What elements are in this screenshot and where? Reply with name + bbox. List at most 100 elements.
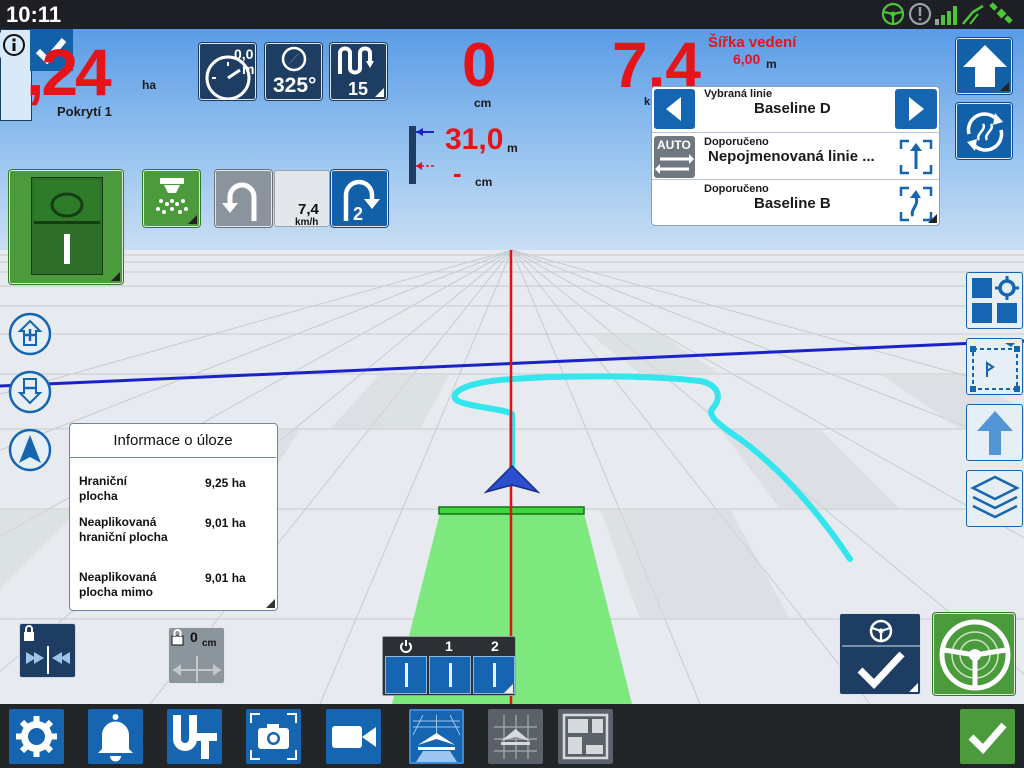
area-label: Pokrytí 1 [57,104,112,119]
boundary-button[interactable] [966,338,1023,395]
alert-icon [908,2,932,26]
shift-unit: cm [202,638,217,649]
speed-widget-value: 0,0 [234,46,254,62]
ut-icon [173,715,217,759]
video-button[interactable] [326,709,381,764]
guidance-view-icon [412,714,461,762]
selected-line-name[interactable]: Baseline D [754,100,831,117]
shift-value: 0 [190,629,198,645]
settings-button[interactable] [9,709,64,764]
screenshot-button[interactable] [246,709,301,764]
layout-settings-icon [972,276,1019,323]
area-unit: ha [142,78,157,92]
task-row-label: Hraniční plocha [79,474,128,503]
task-row-value: 9,01 ha [205,516,246,530]
field-view-button[interactable] [488,709,543,764]
speedometer-widget[interactable]: 0,0 m [199,43,256,100]
turn-speed-unit: km/h [295,217,319,228]
satellite-icon [989,2,1013,24]
arrow-up-icon [977,411,1013,455]
recommended-line-row-1[interactable]: AUTO Doporučeno Nepojmenovaná linie ... [652,134,939,180]
confirm-check-icon [968,722,1007,755]
task-row-label: Neaplikovaná plocha mimo [79,570,157,599]
refresh-curve-icon [966,112,1004,152]
heading-widget[interactable]: 325° [265,43,322,100]
layout-settings-button[interactable] [966,272,1023,329]
u-turn-left-button[interactable] [215,170,272,227]
section-master-toggle[interactable] [385,656,427,694]
distance-value: 31,0 [445,123,504,156]
section-control-panel: 1 2 [382,636,516,696]
zoom-out-button[interactable] [7,369,53,415]
layers-button[interactable] [966,470,1023,527]
swath-shift-button[interactable] [956,103,1012,159]
line-ab-icon[interactable] [899,139,933,175]
camera-icon [250,713,297,760]
bell-icon [98,714,133,762]
autosteer-engage-button[interactable] [839,613,921,695]
auto-label: AUTO [657,138,691,152]
settings-gear-icon [16,716,57,757]
master-switch-button[interactable] [9,170,123,284]
power-switch-icon [50,192,84,264]
previous-line-button[interactable] [654,89,695,129]
arrow-left-icon [666,97,681,121]
distance-dash-unit: cm [475,175,493,189]
shift-widget[interactable]: 0 cm [168,627,225,684]
task-info-panel[interactable]: Informace o úloze Hraniční plocha 9,25 h… [69,423,278,611]
heading-value: 325° [273,74,317,97]
recommended-line-row-2[interactable]: Doporučeno Baseline B [652,181,939,227]
bottom-toolbar [0,704,1024,768]
alarms-button[interactable] [88,709,143,764]
layout-view-button[interactable] [558,709,613,764]
power-icon [400,640,412,653]
universal-terminal-button[interactable] [167,709,222,764]
auto-switch-button[interactable]: AUTO [654,136,695,178]
guidance-view-button[interactable] [409,709,464,764]
confirm-button[interactable] [960,709,1015,764]
task-row-label: Neaplikovaná hraniční plocha [79,515,168,544]
recommended-name-2: Baseline B [754,195,831,212]
pattern-widget[interactable]: 15 [330,43,387,100]
section-label-2: 2 [491,638,499,654]
selected-line-label: Vybraná linie [704,88,773,100]
autosteer-status-button[interactable] [933,613,1015,695]
info-button[interactable] [0,31,29,59]
line-width-unit: m [766,57,777,71]
navigation-arrow-button[interactable] [7,427,53,473]
pattern-icon [338,46,374,75]
speed-widget-unit: m [242,61,255,77]
status-bar: 10:11 [0,0,1024,29]
task-row-value: 9,25 ha [205,476,246,490]
home-button[interactable] [956,38,1012,94]
layout-icon [562,713,609,760]
task-row-value: 9,01 ha [205,571,246,585]
move-up-button[interactable] [966,404,1023,461]
distance-dash: - [453,158,462,188]
boundary-icon [970,343,1020,392]
line-width-label: Šířka vedení [708,34,797,51]
lock-align-icon [24,625,70,674]
area-value: ,24 [26,35,112,109]
u-turn-right-button[interactable]: 2 [331,170,388,227]
section-label-1: 1 [445,638,453,654]
offtrack-value: 0 [462,31,497,100]
line-width-value: 6,00 [733,51,761,67]
turn-speed-widget[interactable]: 7,4 km/h [274,170,330,228]
arrow-right-icon [909,97,924,121]
signal-bars-icon [935,6,957,25]
next-line-button[interactable] [895,89,937,129]
u-turn-left-icon [222,182,257,221]
distance-indicator-icon [409,126,434,184]
task-info-title: Informace o úloze [70,424,276,458]
turn-skip-value: 2 [353,204,364,224]
info-icon [3,34,25,56]
recommended-label-1: Doporučeno [704,136,769,148]
spray-button[interactable] [143,170,200,227]
implement-lock-button[interactable] [19,623,76,678]
zoom-in-button[interactable] [7,311,53,357]
steering-wheel-icon [881,2,905,26]
selected-line-row: Vybraná linie Baseline D [652,87,939,133]
section-1-toggle[interactable] [429,656,471,694]
pattern-value: 15 [348,79,369,99]
